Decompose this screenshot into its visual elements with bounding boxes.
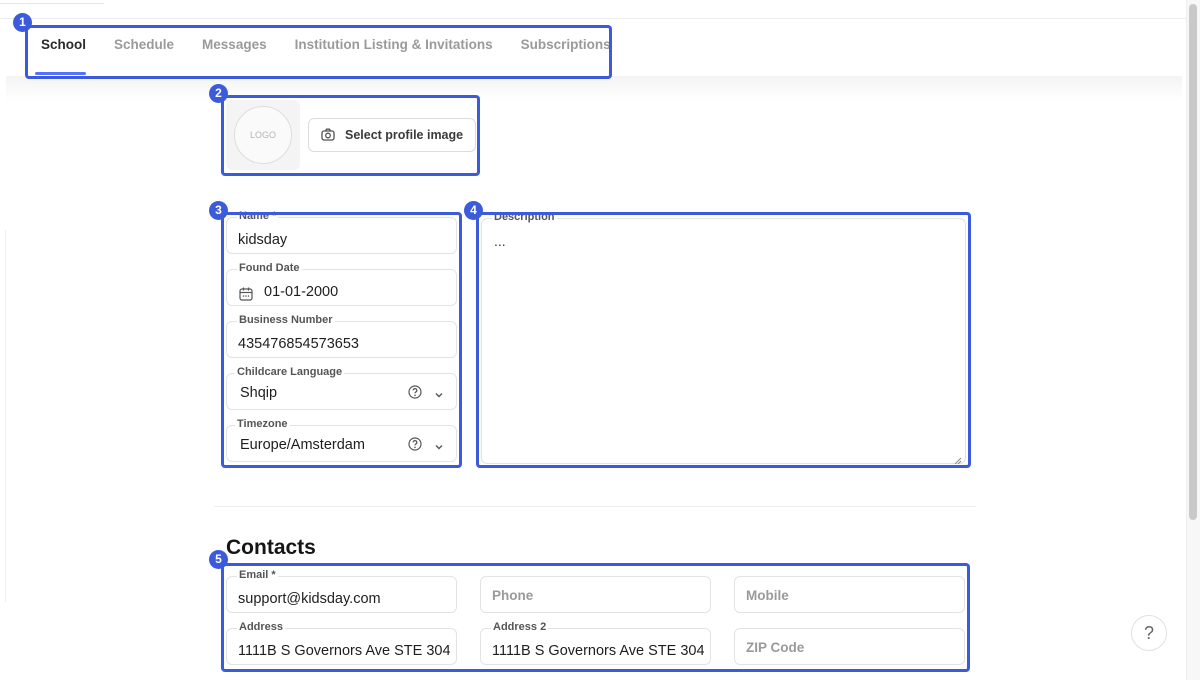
timezone-select[interactable]: Timezone Europe/Amsterdam [226, 418, 457, 462]
scrollbar-thumb[interactable] [1189, 4, 1197, 520]
annotation-badge-4: 4 [464, 201, 483, 220]
phone-placeholder: Phone [492, 588, 534, 603]
business-number-value: 435476854573653 [238, 336, 359, 352]
zip-code-placeholder: ZIP Code [746, 640, 805, 655]
childcare-language-label: Childcare Language [235, 366, 345, 378]
help-button[interactable]: ? [1131, 615, 1167, 651]
camera-icon [321, 128, 337, 142]
business-number-label: Business Number [237, 314, 335, 326]
email-label: Email * [237, 569, 278, 581]
tab-bar-shadow [6, 76, 1182, 102]
address-label: Address [237, 621, 286, 633]
logo-card: LOGO [226, 100, 300, 170]
section-divider [214, 506, 976, 507]
childcare-language-select[interactable]: Childcare Language Shqip [226, 366, 457, 410]
name-label: Name * [237, 210, 279, 222]
top-bar [0, 0, 1186, 19]
address2-field[interactable]: Address 2 1111B S Governors Ave STE 3041… [480, 621, 711, 665]
scrollbar-track[interactable] [1186, 0, 1200, 680]
address2-value: 1111B S Governors Ave STE 3041, [492, 643, 704, 659]
phone-field[interactable]: Phone [480, 576, 711, 613]
timezone-value: Europe/Amsterdam [240, 437, 365, 453]
help-circle-icon[interactable] [408, 385, 422, 399]
tab-institution-listing[interactable]: Institution Listing & Invitations [281, 27, 507, 75]
contacts-heading: Contacts [226, 536, 316, 559]
annotation-badge-3: 3 [209, 201, 228, 220]
description-textarea[interactable]: Description ... [481, 211, 966, 465]
business-number-field[interactable]: Business Number 435476854573653 [226, 314, 457, 358]
email-value: support@kidsday.com [238, 591, 381, 607]
name-field[interactable]: Name * kidsday [226, 210, 457, 254]
chevron-down-icon[interactable] [434, 439, 444, 450]
timezone-label: Timezone [235, 418, 290, 430]
found-date-value: 01-01-2000 [264, 284, 339, 300]
left-panel-edge [0, 230, 6, 602]
name-value: kidsday [238, 232, 288, 248]
address2-label: Address 2 [491, 621, 549, 633]
zip-code-field[interactable]: ZIP Code [734, 628, 965, 665]
chevron-down-icon[interactable] [434, 387, 444, 398]
help-circle-icon[interactable] [408, 437, 422, 451]
email-field[interactable]: Email * support@kidsday.com [226, 569, 457, 613]
tab-school[interactable]: School [27, 27, 100, 75]
address-value: 1111B S Governors Ave STE 3041, [238, 643, 450, 659]
top-bar-stub [0, 0, 104, 4]
select-profile-image-label: Select profile image [345, 128, 464, 142]
calendar-icon [239, 287, 253, 301]
tab-schedule[interactable]: Schedule [100, 27, 188, 75]
address-field[interactable]: Address 1111B S Governors Ave STE 3041, [226, 621, 457, 665]
childcare-language-value: Shqip [240, 385, 278, 401]
mobile-placeholder: Mobile [746, 588, 789, 603]
found-date-field[interactable]: Found Date 01-01-2000 [226, 262, 457, 306]
found-date-label: Found Date [237, 262, 302, 274]
description-label: Description [492, 211, 557, 223]
mobile-field[interactable]: Mobile [734, 576, 965, 613]
select-profile-image-button[interactable]: Select profile image [308, 118, 476, 152]
logo-placeholder: LOGO [234, 106, 292, 164]
description-value: ... [494, 233, 506, 249]
resize-handle-icon[interactable] [954, 452, 962, 465]
tab-bar: School Schedule Messages Institution Lis… [27, 27, 625, 77]
tab-subscriptions[interactable]: Subscriptions [507, 27, 625, 75]
tab-messages[interactable]: Messages [188, 27, 281, 75]
